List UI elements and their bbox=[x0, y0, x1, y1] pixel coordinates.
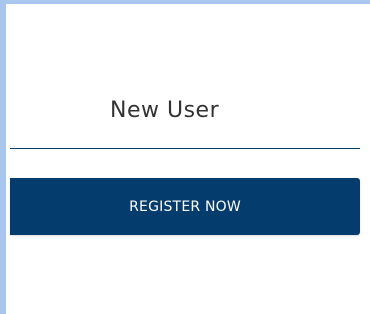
frame-top-border bbox=[0, 0, 370, 4]
register-now-button[interactable]: REGISTER NOW bbox=[10, 178, 360, 235]
frame-left-border bbox=[0, 0, 6, 314]
registration-panel-frame: New User REGISTER NOW bbox=[0, 0, 370, 314]
heading-divider bbox=[10, 148, 360, 149]
new-user-heading: New User bbox=[110, 98, 220, 123]
